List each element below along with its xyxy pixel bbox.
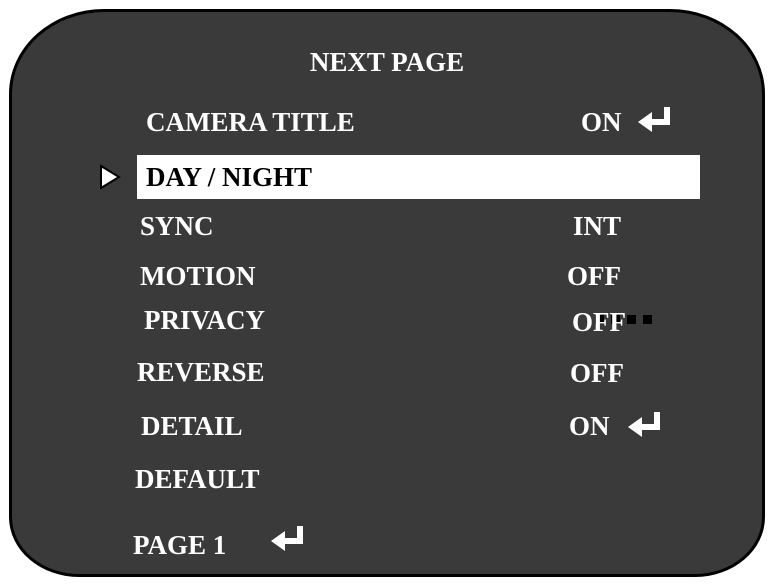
menu-item-day-night-label: DAY / NIGHT [146, 162, 313, 192]
menu-item-day-night[interactable]: DAY / NIGHT [137, 155, 700, 324]
menu-item-motion[interactable]: MOTION [140, 260, 256, 292]
menu-item-reverse[interactable]: REVERSE [137, 356, 265, 388]
menu-item-camera-title[interactable]: CAMERA TITLE [146, 106, 355, 138]
enter-icon[interactable] [638, 107, 674, 133]
enter-icon[interactable] [271, 526, 307, 552]
page-title[interactable]: NEXT PAGE [12, 46, 762, 78]
page-1-link[interactable]: PAGE 1 [133, 529, 226, 561]
menu-value-reverse: OFF [570, 358, 624, 388]
menu-value-camera-title: ON [581, 107, 622, 137]
dot [643, 315, 652, 324]
enter-icon[interactable] [628, 412, 664, 438]
menu-item-detail[interactable]: DETAIL [141, 410, 243, 442]
dot [627, 315, 636, 324]
osd-screen: NEXT PAGE CAMERA TITLE ON DAY / NIGHT SY… [9, 9, 765, 577]
menu-value-motion: OFF [567, 261, 621, 291]
menu-value-detail: ON [569, 411, 610, 441]
menu-value-sync: INT [573, 211, 622, 241]
menu-item-privacy[interactable]: PRIVACY [144, 304, 265, 336]
menu-value-privacy: OFF [572, 307, 626, 337]
selection-arrow-icon [99, 164, 121, 190]
menu-item-default[interactable]: DEFAULT [135, 463, 260, 495]
menu-item-sync[interactable]: SYNC [140, 210, 214, 242]
